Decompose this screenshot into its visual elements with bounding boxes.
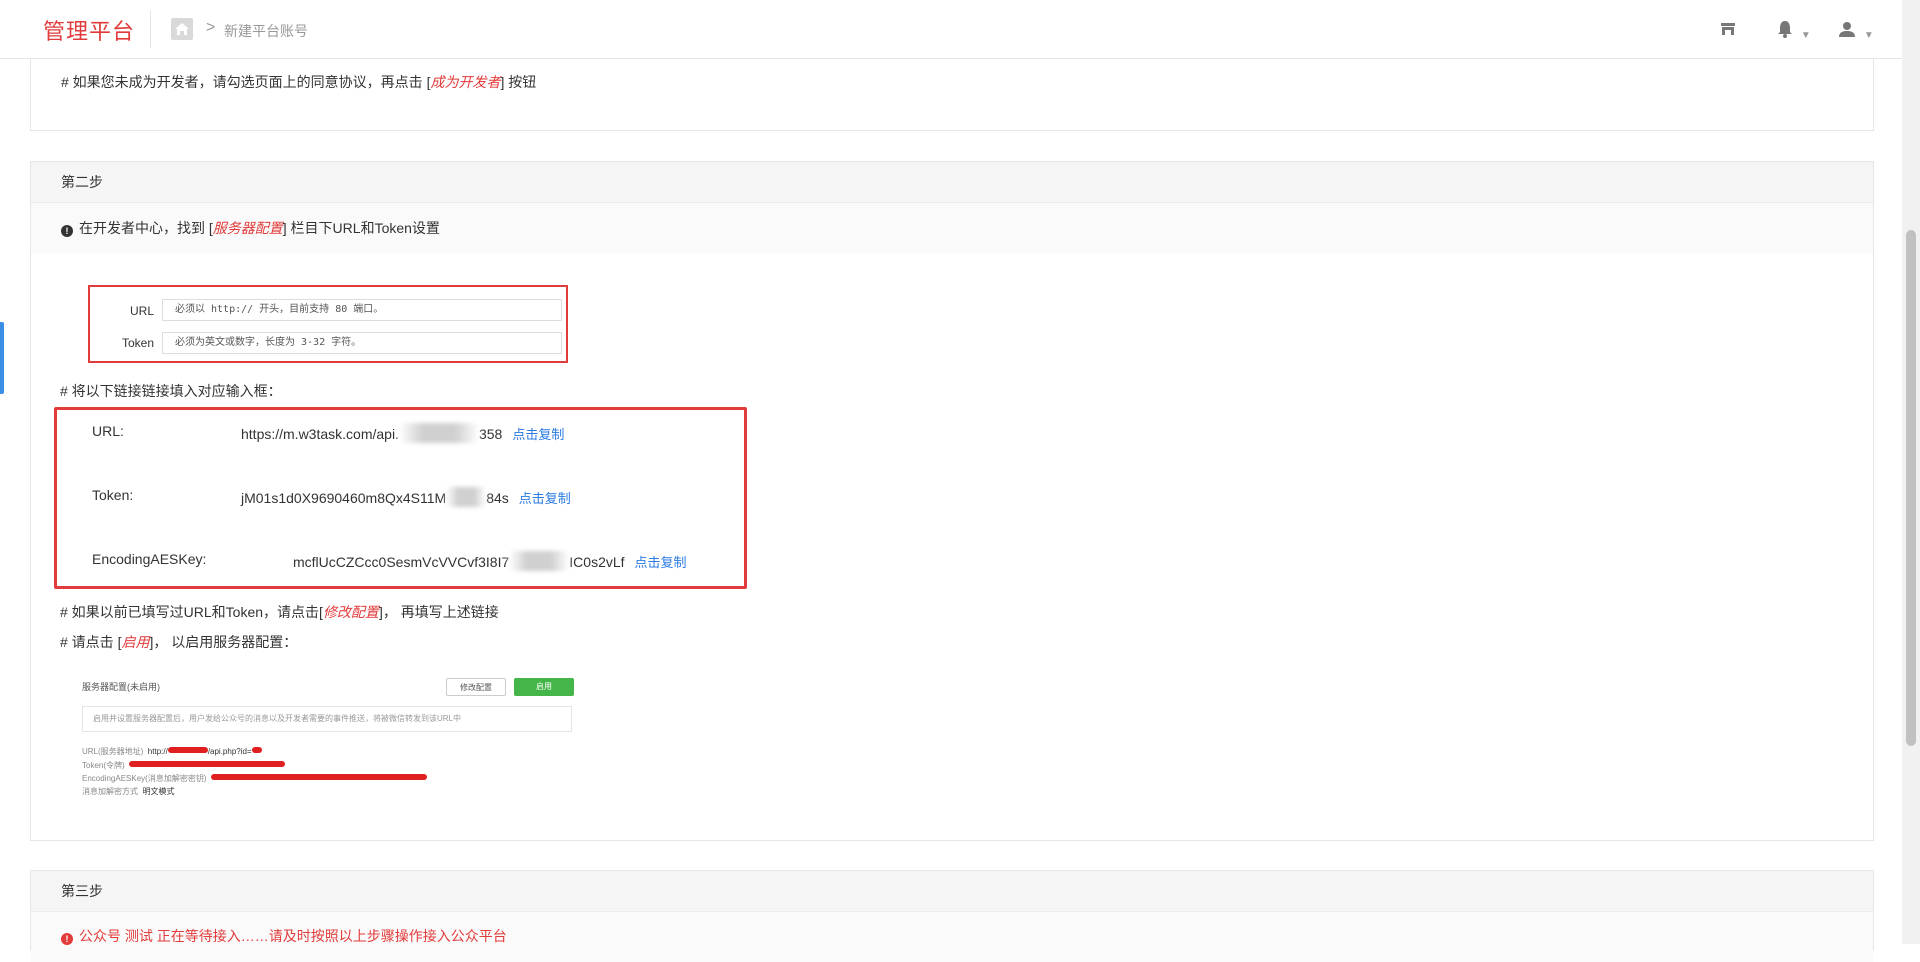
step1-panel: # 如果您未成为开发者，请勾选页面上的同意协议，再点击 [成为开发者] 按钮: [30, 58, 1874, 131]
top-header: 管理平台 > 新建平台账号 ▼ ▼: [0, 0, 1902, 59]
header-divider: [150, 10, 151, 48]
modify-config-note: # 如果以前已填写过URL和Token，请点击[修改配置]， 再填写上述链接: [60, 604, 499, 620]
aes-key-label: EncodingAESKey:: [92, 551, 207, 567]
server-config-description: 启用并设置服务器配置后，用户发给公众号的消息以及开发者需要的事件推送，将被微信转…: [82, 706, 572, 732]
redaction-mark: [129, 761, 286, 767]
notifications-bell-icon[interactable]: ▼: [1777, 20, 1811, 41]
token-field-label: Token: [121, 336, 154, 350]
url-value: https://m.w3task.com/api. 358 点击复制: [241, 423, 564, 443]
chevron-down-icon: ▼: [1863, 30, 1874, 41]
copy-url-link[interactable]: 点击复制: [512, 427, 564, 442]
token-field-example: 必须为英文或数字，长度为 3-32 字符。: [162, 332, 562, 354]
url-field-example: 必须以 http:// 开头，目前支持 80 端口。: [162, 299, 562, 321]
server-config-title: 服务器配置(未启用): [82, 682, 160, 692]
redaction-mark: [167, 747, 208, 753]
fill-instruction: # 将以下链接链接填入对应输入框：: [60, 383, 282, 399]
token-row: Token(令牌): [82, 760, 286, 771]
info-icon: !: [61, 225, 73, 237]
connection-values-box: URL: https://m.w3task.com/api. 358 点击复制 To…: [54, 407, 747, 589]
side-feedback-tab[interactable]: [0, 322, 4, 394]
warning-icon: !: [61, 933, 73, 945]
server-config-status-image: 服务器配置(未启用) 修改配置 启用 启用并设置服务器配置后，用户发给公众号的消…: [74, 666, 584, 806]
url-field-label: URL: [129, 304, 154, 318]
step3-panel: 第三步 ! 公众号 测试 正在等待接入……请及时按照以上步骤操作接入公众平台: [30, 870, 1874, 962]
copy-token-link[interactable]: 点击复制: [519, 491, 571, 506]
brand-logo[interactable]: 管理平台: [43, 14, 135, 46]
step2-title: 第二步: [31, 162, 1873, 203]
scrollbar-thumb[interactable]: [1906, 230, 1916, 746]
redacted-blur: [398, 423, 479, 443]
chevron-right-icon: >: [206, 19, 216, 36]
chevron-down-icon: ▼: [1800, 30, 1811, 41]
user-avatar-icon[interactable]: ▼: [1838, 20, 1874, 41]
redacted-blur: [509, 551, 570, 571]
enable-config-note: # 请点击 [启用]， 以启用服务器配置：: [60, 634, 298, 650]
url-label: URL:: [92, 423, 124, 439]
token-label: Token:: [92, 487, 134, 503]
redacted-blur: [446, 487, 487, 507]
aes-key-value: mcflUcCZCcc0SesmVcVVCvf3I8I7 IC0s2vLf 点击复制: [293, 551, 687, 571]
redaction-mark: [210, 774, 427, 780]
encryption-mode-row: 消息加解密方式 明文模式: [82, 787, 175, 796]
token-value: jM01s1d0X9690460m8Qx4S11M 84s 点击复制: [241, 487, 571, 507]
scrollbar[interactable]: [1902, 0, 1920, 944]
home-icon[interactable]: [171, 18, 193, 40]
step2-instruction: ! 在开发者中心，找到 [服务器配置] 栏目下URL和Token设置: [31, 203, 1873, 253]
modify-config-button-image: 修改配置: [446, 678, 506, 696]
step3-status: ! 公众号 测试 正在等待接入……请及时按照以上步骤操作接入公众平台: [31, 912, 1873, 962]
step3-title: 第三步: [31, 871, 1873, 912]
step1-note: # 如果您未成为开发者，请勾选页面上的同意协议，再点击 [成为开发者] 按钮: [61, 74, 537, 90]
copy-aes-key-link[interactable]: 点击复制: [635, 555, 687, 570]
server-config-fields-image: URL 必须以 http:// 开头，目前支持 80 端口。 Token 必须为…: [88, 285, 568, 363]
redaction-mark: [251, 747, 262, 753]
aes-key-row: EncodingAESKey(消息加解密密钥): [82, 773, 427, 784]
server-url-row: URL(服务器地址) http:///api.php?id=: [82, 746, 262, 757]
breadcrumb-current[interactable]: 新建平台账号: [224, 21, 308, 41]
enable-button-image: 启用: [514, 678, 574, 696]
store-icon[interactable]: [1719, 20, 1737, 41]
